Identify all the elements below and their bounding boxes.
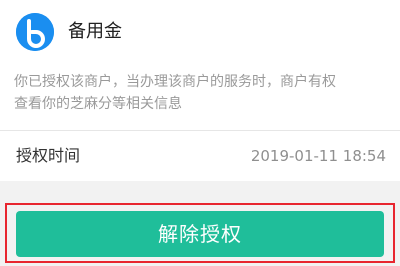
app-header: 备用金	[0, 0, 400, 62]
authorization-description: 你已授权该商户，当办理该商户的服务时，商户有权 查看你的芝麻分等相关信息	[14, 74, 336, 112]
authorization-time-value: 2019-01-11 18:54	[250, 147, 386, 165]
authorization-time-row: 授权时间 2019-01-11 18:54	[0, 131, 400, 181]
authorization-detail-page: 备用金 你已授权该商户，当办理该商户的服务时，商户有权 查看你的芝麻分等相关信息…	[0, 0, 400, 266]
authorization-time-label: 授权时间	[16, 146, 81, 165]
app-name: 备用金	[68, 21, 122, 42]
revoke-authorization-button[interactable]: 解除授权	[16, 211, 384, 257]
brand-b-logo-icon	[16, 13, 54, 51]
